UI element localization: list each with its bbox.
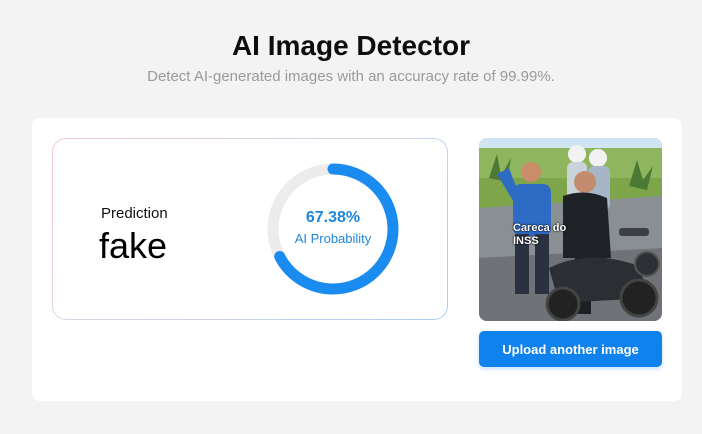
page-title: AI Image Detector xyxy=(231,30,471,61)
prediction-label: Prediction xyxy=(101,205,168,222)
uploaded-image: Careca do INSS xyxy=(479,138,662,321)
upload-another-image-button[interactable]: Upload another image xyxy=(479,331,662,367)
probability-value: 67.38% xyxy=(305,209,361,226)
gauge-ring xyxy=(267,163,399,295)
page-subtitle: Detect AI-generated images with an accur… xyxy=(147,68,555,85)
probability-label: AI Probability xyxy=(294,231,372,246)
probability-gauge: 67.38% AI Probability xyxy=(265,161,401,297)
image-caption: Careca do INSS xyxy=(513,222,567,247)
prediction-value: fake xyxy=(99,225,168,266)
detector-card: Prediction fake 67.38% AI Probability Ca… xyxy=(32,118,682,401)
result-panel: Prediction fake 67.38% AI Probability xyxy=(52,138,448,320)
